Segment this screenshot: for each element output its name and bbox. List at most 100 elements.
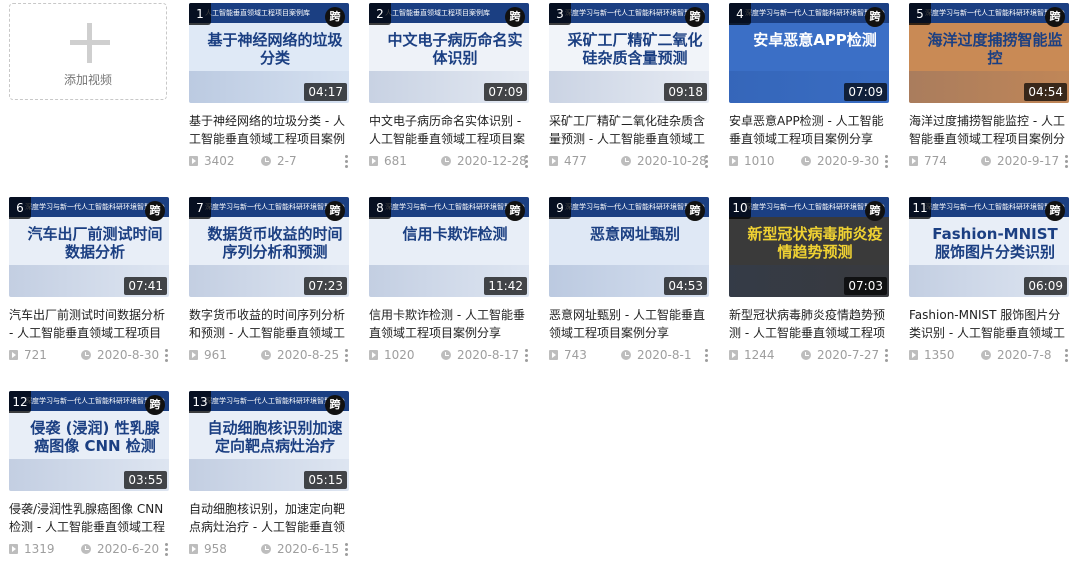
cross-badge: 跨: [325, 201, 345, 221]
more-options-icon[interactable]: [345, 543, 349, 556]
video-index-badge: 4: [729, 3, 751, 25]
play-count-icon: [9, 350, 18, 360]
video-index-badge: 12: [9, 391, 31, 413]
video-thumbnail[interactable]: 深度学习与新一代人工智能科研环境智慧平台 恶意网址甄别 9 跨 04:53: [549, 197, 709, 297]
clock-icon: [261, 350, 271, 360]
thumbnail-title: 基于神经网络的垃圾分类: [207, 31, 343, 67]
video-thumbnail[interactable]: 深度学习与新一代人工智能科研环境智慧平台 新型冠状病毒肺炎疫情趋势预测 10 跨…: [729, 197, 889, 297]
more-options-icon[interactable]: [525, 155, 529, 168]
cross-badge: 跨: [145, 201, 165, 221]
video-meta: 1010 2020-9-30: [729, 153, 889, 169]
add-video-card[interactable]: 添加视频: [9, 3, 167, 100]
video-duration: 04:17: [304, 83, 347, 101]
upload-date: 2020-12-28: [457, 154, 527, 168]
view-count: 477: [564, 154, 587, 168]
video-thumbnail[interactable]: 人工智能垂直领域工程项目案例库 基于神经网络的垃圾分类 1 跨 04:17: [189, 3, 349, 103]
video-title[interactable]: 汽车出厂前测试时间数据分析 - 人工智能垂直领域工程项目: [9, 306, 169, 342]
more-options-icon[interactable]: [1065, 155, 1069, 168]
more-options-icon[interactable]: [525, 349, 529, 362]
video-thumbnail[interactable]: 人工智能垂直领域工程项目案例库 中文电子病历命名实体识别 2 跨 07:09: [369, 3, 529, 103]
video-thumbnail[interactable]: 深度学习与新一代人工智能科研环境智慧平台 海洋过度捕捞智能监控 5 跨 04:5…: [909, 3, 1069, 103]
video-duration: 11:42: [484, 277, 527, 295]
upload-date: 2020-8-1: [637, 348, 692, 362]
video-title[interactable]: 基于神经网络的垃圾分类 - 人工智能垂直领域工程项目案例: [189, 112, 349, 148]
video-card: 深度学习与新一代人工智能科研环境智慧平台 采矿工厂精矿二氧化硅杂质含量预测 3 …: [549, 3, 709, 173]
video-duration: 06:09: [1024, 277, 1067, 295]
video-duration: 04:54: [1024, 83, 1067, 101]
upload-date: 2020-10-28: [637, 154, 707, 168]
view-count: 3402: [204, 154, 235, 168]
video-index-badge: 9: [549, 197, 571, 219]
video-index-badge: 13: [189, 391, 211, 413]
thumbnail-title: 数据货币收益的时间序列分析和预测: [207, 225, 343, 261]
upload-date: 2-7: [277, 154, 297, 168]
play-count-icon: [189, 156, 198, 166]
video-card: 深度学习与新一代人工智能科研环境智慧平台 数据货币收益的时间序列分析和预测 7 …: [189, 197, 349, 367]
more-options-icon[interactable]: [165, 349, 169, 362]
video-title[interactable]: 海洋过度捕捞智能监控 - 人工智能垂直领域工程项目案例分: [909, 112, 1069, 148]
video-title[interactable]: 采矿工厂精矿二氧化硅杂质含量预测 - 人工智能垂直领域工: [549, 112, 709, 148]
video-index-badge: 1: [189, 3, 211, 25]
more-options-icon[interactable]: [165, 543, 169, 556]
play-count-icon: [549, 350, 558, 360]
video-duration: 07:09: [484, 83, 527, 101]
video-title[interactable]: 数字货币收益的时间序列分析和预测 - 人工智能垂直领域工: [189, 306, 349, 342]
play-count-icon: [909, 350, 918, 360]
more-options-icon[interactable]: [705, 155, 709, 168]
video-card: 人工智能垂直领域工程项目案例库 基于神经网络的垃圾分类 1 跨 04:17 基于…: [189, 3, 349, 173]
video-title[interactable]: 侵袭/浸润性乳腺癌图像 CNN 检测 - 人工智能垂直领域工程: [9, 500, 169, 536]
video-thumbnail[interactable]: 深度学习与新一代人工智能科研环境智慧平台 信用卡欺诈检测 8 跨 11:42: [369, 197, 529, 297]
clock-icon: [981, 156, 991, 166]
play-count-icon: [189, 350, 198, 360]
video-meta: 1020 2020-8-17: [369, 347, 529, 363]
video-index-badge: 11: [909, 197, 931, 219]
video-thumbnail[interactable]: 深度学习与新一代人工智能科研环境智慧平台 Fashion-MNIST 服饰图片分…: [909, 197, 1069, 297]
video-card: 深度学习与新一代人工智能科研环境智慧平台 信用卡欺诈检测 8 跨 11:42 信…: [369, 197, 529, 367]
video-index-badge: 2: [369, 3, 391, 25]
video-duration: 07:03: [844, 277, 887, 295]
play-count-icon: [189, 544, 198, 554]
video-meta: 961 2020-8-25: [189, 347, 349, 363]
cross-badge: 跨: [505, 201, 525, 221]
video-index-badge: 5: [909, 3, 931, 25]
upload-date: 2020-8-30: [97, 348, 160, 362]
video-title[interactable]: 自动细胞核识别，加速定向靶点病灶治疗 - 人工智能垂直领: [189, 500, 349, 536]
video-card: 深度学习与新一代人工智能科研环境智慧平台 新型冠状病毒肺炎疫情趋势预测 10 跨…: [729, 197, 889, 367]
cross-badge: 跨: [1045, 7, 1065, 27]
video-card: 深度学习与新一代人工智能科研环境智慧平台 汽车出厂前测试时间数据分析 6 跨 0…: [9, 197, 169, 367]
video-meta: 743 2020-8-1: [549, 347, 709, 363]
video-title[interactable]: 中文电子病历命名实体识别 - 人工智能垂直领域工程项目案: [369, 112, 529, 148]
video-title[interactable]: 恶意网址甄别 - 人工智能垂直领域工程项目案例分享: [549, 306, 709, 342]
video-thumbnail[interactable]: 深度学习与新一代人工智能科研环境智慧平台 自动细胞核识别加速定向靶点病灶治疗 1…: [189, 391, 349, 491]
more-options-icon[interactable]: [885, 349, 889, 362]
video-card: 深度学习与新一代人工智能科研环境智慧平台 Fashion-MNIST 服饰图片分…: [909, 197, 1069, 367]
video-thumbnail[interactable]: 深度学习与新一代人工智能科研环境智慧平台 安卓恶意APP检测 4 跨 07:09: [729, 3, 889, 103]
video-card: 深度学习与新一代人工智能科研环境智慧平台 安卓恶意APP检测 4 跨 07:09…: [729, 3, 889, 173]
more-options-icon[interactable]: [885, 155, 889, 168]
video-title[interactable]: 安卓恶意APP检测 - 人工智能垂直领域工程项目案例分享: [729, 112, 889, 148]
cross-badge: 跨: [145, 395, 165, 415]
video-thumbnail[interactable]: 深度学习与新一代人工智能科研环境智慧平台 数据货币收益的时间序列分析和预测 7 …: [189, 197, 349, 297]
play-count-icon: [729, 350, 738, 360]
video-title[interactable]: Fashion-MNIST 服饰图片分类识别 - 人工智能垂直领域工: [909, 306, 1069, 342]
clock-icon: [261, 544, 271, 554]
clock-icon: [801, 350, 811, 360]
more-options-icon[interactable]: [345, 155, 349, 168]
add-video-label: 添加视频: [63, 73, 112, 87]
more-options-icon[interactable]: [1065, 349, 1069, 362]
clock-icon: [981, 350, 991, 360]
more-options-icon[interactable]: [705, 349, 709, 362]
upload-date: 2020-8-17: [457, 348, 520, 362]
video-thumbnail[interactable]: 深度学习与新一代人工智能科研环境智慧平台 采矿工厂精矿二氧化硅杂质含量预测 3 …: [549, 3, 709, 103]
video-title[interactable]: 信用卡欺诈检测 - 人工智能垂直领域工程项目案例分享: [369, 306, 529, 342]
video-thumbnail[interactable]: 深度学习与新一代人工智能科研环境智慧平台 汽车出厂前测试时间数据分析 6 跨 0…: [9, 197, 169, 297]
video-meta: 1319 2020-6-20: [9, 541, 169, 557]
more-options-icon[interactable]: [345, 349, 349, 362]
view-count: 1244: [744, 348, 775, 362]
video-thumbnail[interactable]: 深度学习与新一代人工智能科研环境智慧平台 侵袭 (浸润) 性乳腺癌图像 CNN …: [9, 391, 169, 491]
thumbnail-title: 采矿工厂精矿二氧化硅杂质含量预测: [567, 31, 703, 67]
view-count: 721: [24, 348, 47, 362]
view-count: 1350: [924, 348, 955, 362]
cross-badge: 跨: [865, 7, 885, 27]
video-title[interactable]: 新型冠状病毒肺炎疫情趋势预测 - 人工智能垂直领域工程项: [729, 306, 889, 342]
